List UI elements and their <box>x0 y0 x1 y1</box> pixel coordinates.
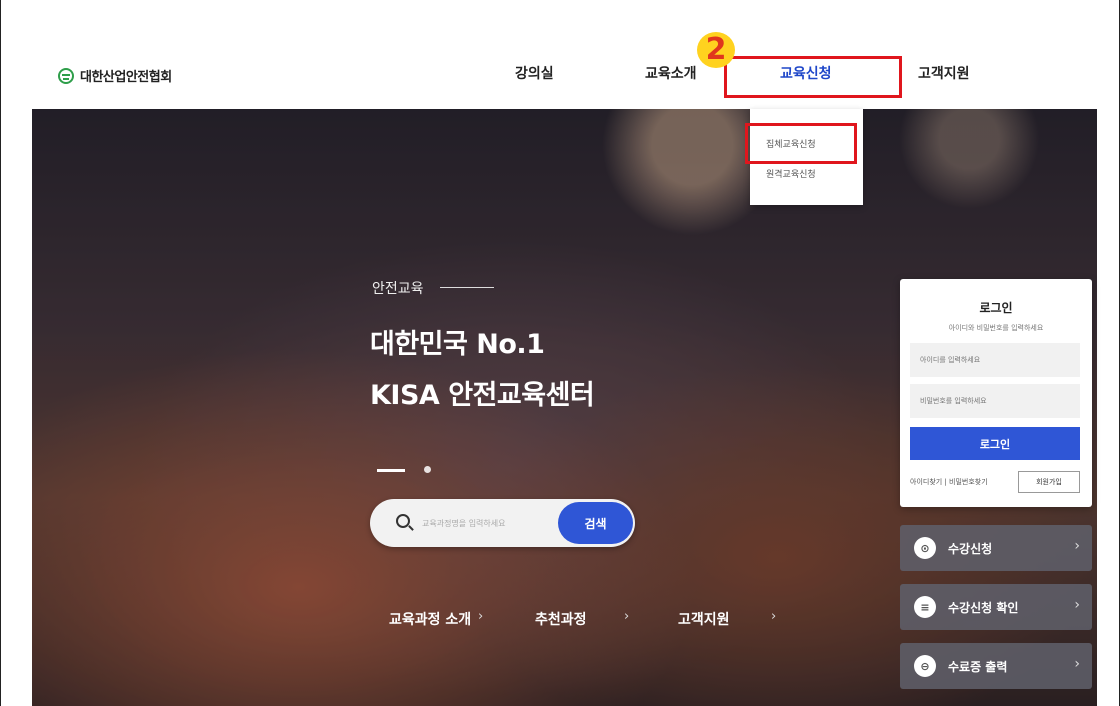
logo-text: 대한산업안전협회 <box>80 70 172 85</box>
kicker-divider <box>440 287 494 288</box>
search-icon <box>396 514 410 528</box>
dropdown-item-online-apply[interactable]: 원격교육신청 <box>766 167 816 180</box>
quick-menu-label: 수료증 출력 <box>948 660 1008 674</box>
slider-indicator-active[interactable] <box>377 469 405 472</box>
chevron-right-icon: › <box>1074 538 1080 554</box>
search-button[interactable]: 검색 <box>558 502 633 544</box>
find-account-links[interactable]: 아이디찾기 | 비밀번호찾기 <box>910 477 988 487</box>
enroll-icon: ⊙ <box>914 537 936 559</box>
list-icon: ≡ <box>914 596 936 618</box>
chevron-right-icon: › <box>1074 597 1080 613</box>
hero-kicker: 안전교육 <box>372 281 424 297</box>
hero-title-line1: 대한민국 No.1 <box>370 329 545 360</box>
signup-button[interactable]: 회원가입 <box>1018 471 1080 493</box>
chevron-right-icon: › <box>1074 656 1080 672</box>
quick-menu-enroll[interactable]: ⊙ 수강신청 › <box>900 525 1092 571</box>
chevron-right-icon: › <box>478 609 484 624</box>
chevron-right-icon: › <box>624 609 630 624</box>
highlight-box-dropdown <box>745 123 857 164</box>
search-input[interactable] <box>422 513 550 533</box>
quick-menu-enroll-check[interactable]: ≡ 수강신청 확인 › <box>900 584 1092 630</box>
quick-menu-label: 수강신청 <box>948 542 993 556</box>
quick-link-course-intro[interactable]: 교육과정 소개 <box>389 609 471 629</box>
login-password-input[interactable] <box>910 384 1080 418</box>
login-panel: 로그인 아이디와 비밀번호를 입력하세요 로그인 아이디찾기 | 비밀번호찾기 … <box>900 279 1092 507</box>
logo-icon <box>58 67 74 84</box>
quick-menu-certificate[interactable]: ⊖ 수료증 출력 › <box>900 643 1092 689</box>
site-logo[interactable]: 대한산업안전협회 <box>58 66 172 85</box>
hero-title-line2: KISA 안전교육센터 <box>370 380 595 411</box>
login-subtitle: 아이디와 비밀번호를 입력하세요 <box>948 324 1044 332</box>
login-id-input[interactable] <box>910 343 1080 377</box>
slider-indicator-dot[interactable] <box>424 466 431 473</box>
highlight-box-apply <box>724 56 902 98</box>
quick-link-support[interactable]: 고객지원 <box>678 609 730 629</box>
nav-education-intro[interactable]: 교육소개 <box>645 63 697 83</box>
print-icon: ⊖ <box>914 655 936 677</box>
login-button[interactable]: 로그인 <box>910 427 1080 460</box>
quick-menu-label: 수강신청 확인 <box>948 601 1019 615</box>
step-marker: 2 <box>697 32 735 68</box>
nav-lecture-room[interactable]: 강의실 <box>515 63 554 83</box>
login-title: 로그인 <box>979 301 1013 315</box>
chevron-right-icon: › <box>771 609 777 624</box>
course-search: 검색 <box>370 499 635 547</box>
quick-link-recommended[interactable]: 추천과정 <box>535 609 587 629</box>
nav-customer-support[interactable]: 고객지원 <box>918 63 970 83</box>
